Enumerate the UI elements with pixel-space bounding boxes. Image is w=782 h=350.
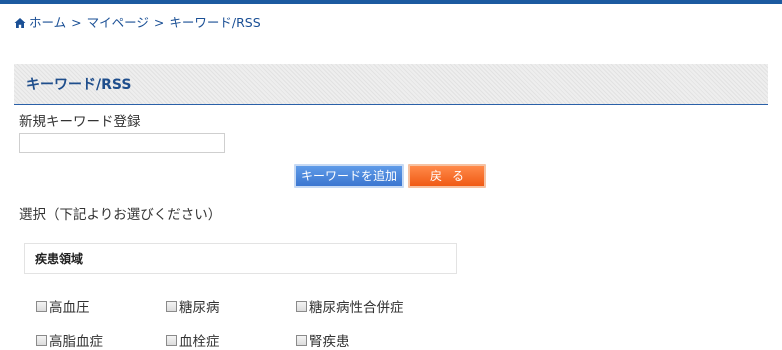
new-keyword-label: 新規キーワード登録 (19, 114, 141, 130)
select-instruction-label: 選択（下記よりお選びください） (19, 207, 222, 223)
option-thrombosis[interactable]: 血栓症 (166, 331, 220, 350)
category-title: 疾患領域 (35, 252, 84, 266)
checkbox[interactable] (36, 300, 47, 312)
category-header: 疾患領域 (24, 243, 457, 274)
option-hyperlipidemia[interactable]: 高脂血症 (36, 331, 103, 350)
option-label: 腎疾患 (309, 334, 350, 350)
option-diabetic-complications[interactable]: 糖尿病性合併症 (296, 297, 404, 316)
checkbox[interactable] (166, 300, 177, 312)
checkbox[interactable] (166, 334, 177, 346)
breadcrumb: ホーム > マイページ > キーワード/RSS (14, 15, 261, 31)
option-label: 高脂血症 (49, 334, 103, 350)
checkbox[interactable] (296, 334, 307, 346)
option-kidney-disease[interactable]: 腎疾患 (296, 331, 350, 350)
checkbox[interactable] (36, 334, 47, 346)
breadcrumb-home-link[interactable]: ホーム (29, 15, 66, 31)
option-label: 高血圧 (49, 300, 90, 316)
breadcrumb-separator: > (71, 15, 82, 30)
home-icon (14, 18, 26, 28)
top-accent-bar (0, 0, 782, 4)
option-diabetes[interactable]: 糖尿病 (166, 297, 220, 316)
page-title: キーワード/RSS (26, 77, 132, 93)
breadcrumb-current-link[interactable]: キーワード/RSS (169, 15, 260, 31)
back-button[interactable]: 戻る (408, 164, 486, 188)
option-label: 糖尿病性合併症 (309, 300, 404, 316)
section-header: キーワード/RSS (14, 64, 768, 105)
option-label: 糖尿病 (179, 300, 220, 316)
new-keyword-input[interactable] (19, 133, 225, 153)
breadcrumb-separator: > (153, 15, 165, 30)
checkbox[interactable] (296, 300, 307, 312)
breadcrumb-mypage-link[interactable]: マイページ (87, 15, 149, 31)
option-label: 血栓症 (179, 334, 220, 350)
option-hypertension[interactable]: 高血圧 (36, 297, 90, 316)
add-keyword-button[interactable]: キーワードを追加 (294, 164, 404, 188)
